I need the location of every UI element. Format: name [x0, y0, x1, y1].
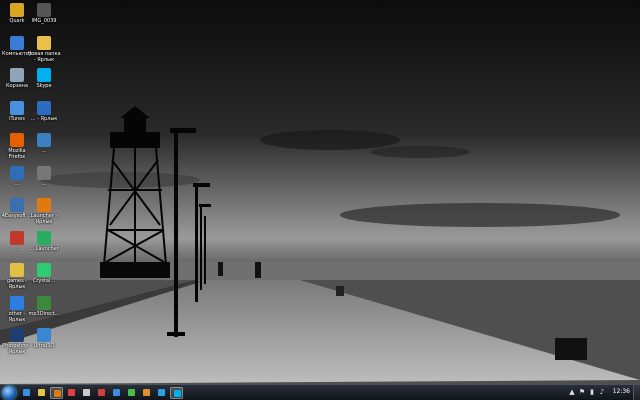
desktop-icon[interactable]: IMG_0039 [27, 3, 61, 24]
taskbar-button[interactable] [155, 387, 168, 399]
taskbar-app-icon [128, 389, 135, 396]
computer-icon [10, 35, 24, 50]
desktop-icon[interactable]: Crystal... [27, 263, 61, 284]
mp3direct-icon [37, 295, 51, 310]
launcher-icon [37, 230, 51, 245]
desktop-icon-label: UltraISO [33, 343, 55, 349]
taskbar-button[interactable] [80, 387, 93, 399]
itunes-icon [10, 100, 24, 115]
taskbar-button[interactable] [170, 387, 183, 399]
taskbar-window-icon [83, 389, 90, 396]
launcher-icon [37, 198, 51, 212]
taskbar-button[interactable] [35, 387, 48, 399]
desktop-icon-label: ... Launcher [29, 245, 59, 252]
taskbar-app-icon [158, 389, 165, 396]
taskbar-button[interactable] [95, 387, 108, 399]
taskbar-skype-icon [174, 390, 181, 397]
taskbar: ▲ ⚑ ▮ ♪ 12:36 [0, 384, 640, 400]
desktop-icon[interactable]: Skype [27, 68, 61, 89]
recycle-bin-icon [10, 68, 24, 82]
ultraiso-icon [37, 328, 51, 342]
desktop-icon[interactable]: ... - Ярлык [27, 100, 61, 122]
program-icon [37, 165, 51, 180]
photoshop-icon [10, 328, 24, 342]
tray-icon[interactable]: ♪ [598, 388, 606, 396]
taskbar-button[interactable] [65, 387, 78, 399]
desktop-icon[interactable]: UltraISO [27, 328, 61, 349]
taskbar-button[interactable] [110, 387, 123, 399]
desktop-icon[interactable]: ... Launcher [27, 230, 61, 252]
program-icon [37, 133, 51, 147]
desktop-icon-label: Новая папка - Ярлык [27, 50, 61, 63]
desktop-icon-label: Crystal... [32, 278, 56, 284]
program-icon [10, 165, 24, 180]
desktop-icon-label: IMG_0039 [31, 18, 57, 24]
show-desktop-button[interactable] [633, 385, 640, 400]
skype-icon [37, 68, 51, 82]
program-icon [10, 230, 24, 245]
taskbar-explorer-icon [38, 389, 45, 396]
desktop-icon[interactable]: Новая папка - Ярлык [27, 35, 61, 63]
desktop-icon[interactable]: ... [27, 165, 61, 187]
tray-icon[interactable]: ▮ [588, 388, 596, 396]
taskbar-button[interactable] [125, 387, 138, 399]
taskbar-button[interactable] [50, 387, 63, 399]
clock[interactable]: 12:36 [613, 388, 630, 396]
taskbar-button[interactable] [140, 387, 153, 399]
start-button[interactable] [2, 386, 16, 400]
desktop-icon-label: ... [41, 180, 47, 187]
desktop-icon[interactable]: Launcher - Ярлык [27, 198, 61, 225]
taskbar-ie-icon [23, 389, 30, 396]
folder-shortcut-icon [37, 35, 51, 50]
desktop-icon[interactable]: ... [27, 133, 61, 154]
crystal-icon [37, 263, 51, 277]
desktop-icon-label: Launcher - Ярлык [30, 213, 58, 225]
easysoft-icon [10, 198, 24, 212]
desktop-icon-label: mp3Direct... [28, 310, 60, 317]
system-tray: ▲ ⚑ ▮ ♪ [568, 388, 608, 398]
taskbar-button[interactable] [20, 387, 33, 399]
taskbar-app-icon [54, 390, 61, 397]
desktop-icon-label: ... [41, 148, 47, 154]
desktop-icon-label: Skype [36, 83, 52, 89]
taskbar-app-icon [143, 389, 150, 396]
quark-icon [10, 3, 24, 17]
taskbar-close-app-icon [68, 389, 75, 396]
taskbar-app-icon [98, 389, 105, 396]
other-shortcut-icon [10, 295, 24, 310]
games-shortcut-icon [10, 263, 24, 277]
desktop-wallpaper [0, 0, 640, 384]
taskbar-app-icon [113, 389, 120, 396]
desktop-icon-label: ... - Ярлык [30, 115, 58, 122]
shortcut-icon [37, 100, 51, 115]
tray-icon[interactable]: ▲ [568, 388, 576, 396]
tray-icon[interactable]: ⚑ [578, 388, 586, 396]
desktop-icons-area: Quark IMG_0039 Компьютер Новая папка - Ярлы… [0, 0, 70, 384]
image-file-icon [37, 3, 51, 17]
firefox-icon [10, 133, 24, 147]
desktop-icon[interactable]: mp3Direct... [27, 295, 61, 317]
